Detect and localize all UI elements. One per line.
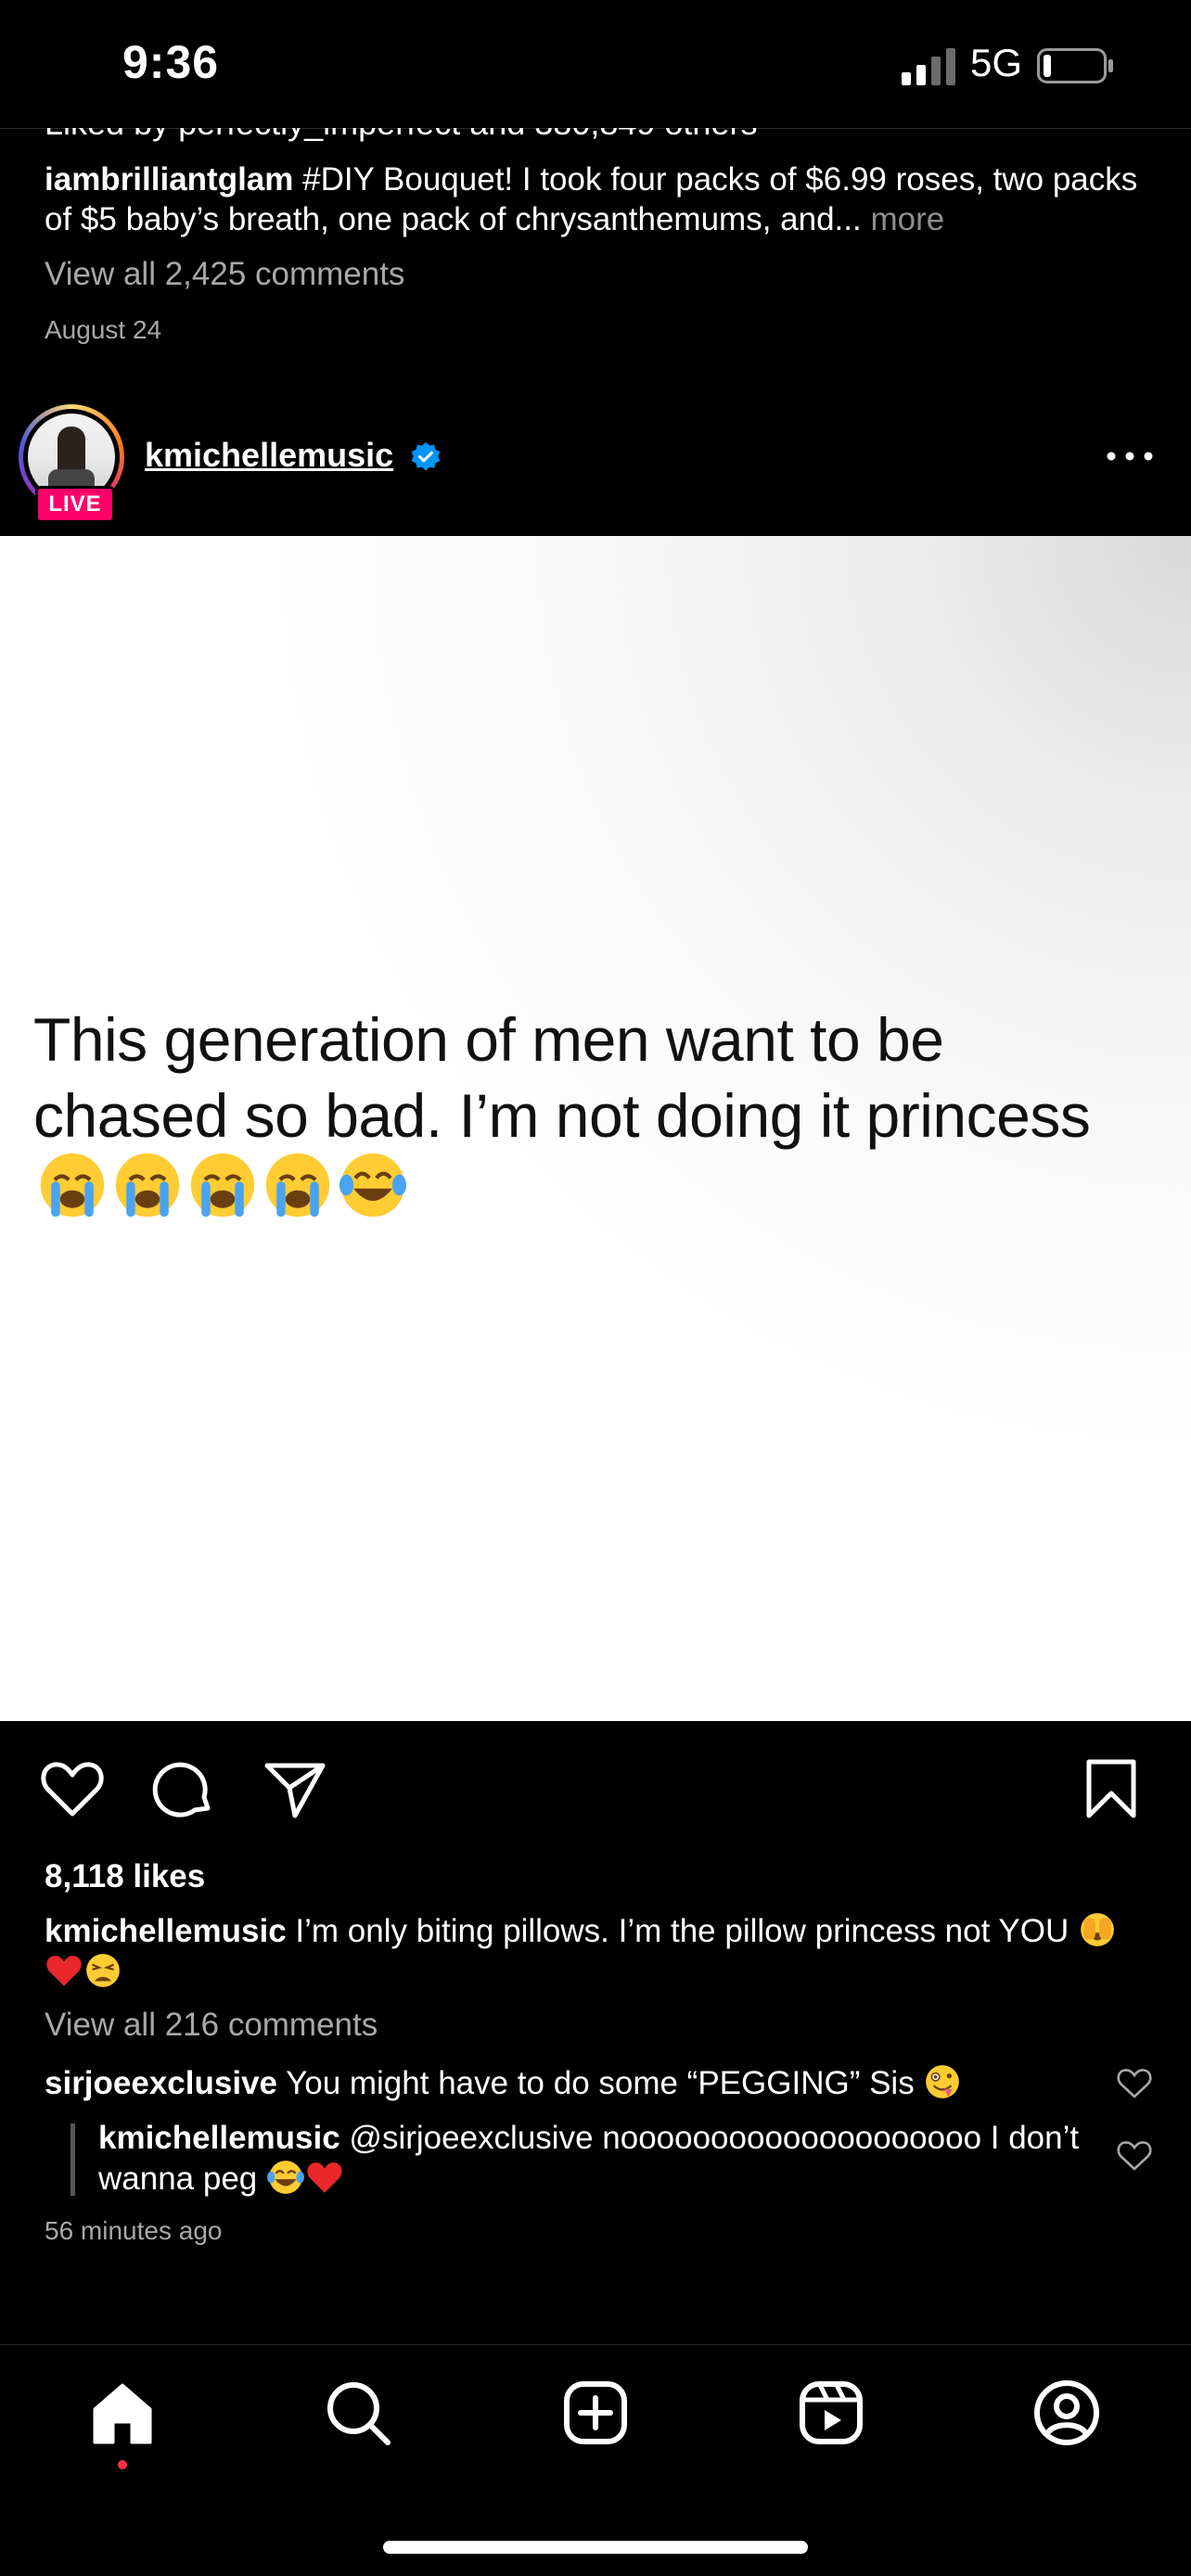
comment-text: You might have to do some “PEGGING” Sis: [277, 2065, 924, 2101]
loudly-crying-face-icon: [265, 1153, 330, 1218]
post-image-text-line-2: chased so bad. I’m not doing it princess: [33, 1081, 1091, 1150]
face-with-peeking-eye-icon: [1081, 1913, 1114, 1946]
post-image-text: This generation of men want to be chased…: [33, 1001, 1174, 1154]
comment-icon[interactable]: [150, 1756, 217, 1823]
cellular-signal-icon: [902, 48, 955, 85]
reels-icon[interactable]: [798, 2379, 864, 2446]
comment-reply-item: kmichellemusic @sirjoeexclusive nooooooo…: [98, 2118, 1100, 2199]
network-type: 5G: [970, 41, 1023, 84]
loudly-crying-face-icon: [115, 1153, 180, 1218]
previous-post-liked-by[interactable]: Liked by perfectly_imperfect and 380,849…: [45, 128, 757, 143]
create-post-icon[interactable]: [562, 2379, 629, 2446]
battery-icon: [1037, 48, 1113, 83]
verified-badge-icon: [411, 441, 441, 471]
caption-username[interactable]: kmichellemusic: [45, 1913, 287, 1949]
tab-bar-divider: [0, 2344, 1191, 2345]
weary-face-icon: [86, 1954, 120, 1987]
loudly-crying-face-icon: [40, 1153, 105, 1218]
save-bookmark-icon[interactable]: [1078, 1756, 1145, 1823]
home-icon[interactable]: [89, 2379, 156, 2446]
comment-like-heart-icon[interactable]: [1117, 2140, 1152, 2172]
previous-post-caption-username[interactable]: iambrilliantglam: [45, 161, 293, 198]
home-notification-dot: [118, 2460, 127, 2469]
likes-count[interactable]: 8,118 likes: [45, 1858, 205, 1895]
caption-text: I’m only biting pillows. I’m the pillow …: [286, 1913, 1069, 1949]
post-timestamp: 56 minutes ago: [45, 2216, 223, 2245]
comment-like-heart-icon[interactable]: [1117, 2068, 1152, 2099]
face-with-tears-of-joy-icon: [267, 2161, 304, 2194]
status-time: 9:36: [122, 36, 220, 88]
previous-post-view-comments[interactable]: View all 2,425 comments: [45, 256, 404, 293]
more-link[interactable]: more: [862, 201, 944, 237]
comment-item: sirjoeexclusive You might have to do som…: [45, 2062, 1093, 2103]
post-username[interactable]: kmichellemusic: [145, 436, 393, 475]
like-heart-icon[interactable]: [39, 1756, 106, 1823]
post-image-emojis: [37, 1150, 408, 1224]
reply-thread-line: [70, 2123, 75, 2196]
comment-username[interactable]: kmichellemusic: [98, 2120, 340, 2156]
post-caption: kmichellemusic I’m only biting pillows. …: [45, 1910, 1148, 1992]
comment-username[interactable]: sirjoeexclusive: [45, 2065, 277, 2101]
search-icon[interactable]: [325, 2379, 391, 2446]
post-image-text-line-1: This generation of men want to be: [33, 1005, 944, 1074]
live-badge: LIVE: [35, 486, 115, 523]
share-send-icon[interactable]: [262, 1756, 328, 1823]
red-heart-icon: [46, 1956, 82, 1986]
loudly-crying-face-icon: [190, 1153, 255, 1218]
previous-post-date: August 24: [45, 315, 162, 344]
profile-icon[interactable]: [1033, 2379, 1100, 2446]
view-all-comments[interactable]: View all 216 comments: [45, 2007, 378, 2044]
more-options-icon[interactable]: [1102, 440, 1158, 473]
red-heart-icon: [307, 2162, 342, 2193]
previous-post-caption: iambrilliantglam #DIY Bouquet! I took fo…: [45, 159, 1148, 239]
face-with-tears-of-joy-icon: [339, 1153, 407, 1218]
home-indicator: [383, 2541, 808, 2554]
zany-face-icon: [926, 2065, 960, 2098]
